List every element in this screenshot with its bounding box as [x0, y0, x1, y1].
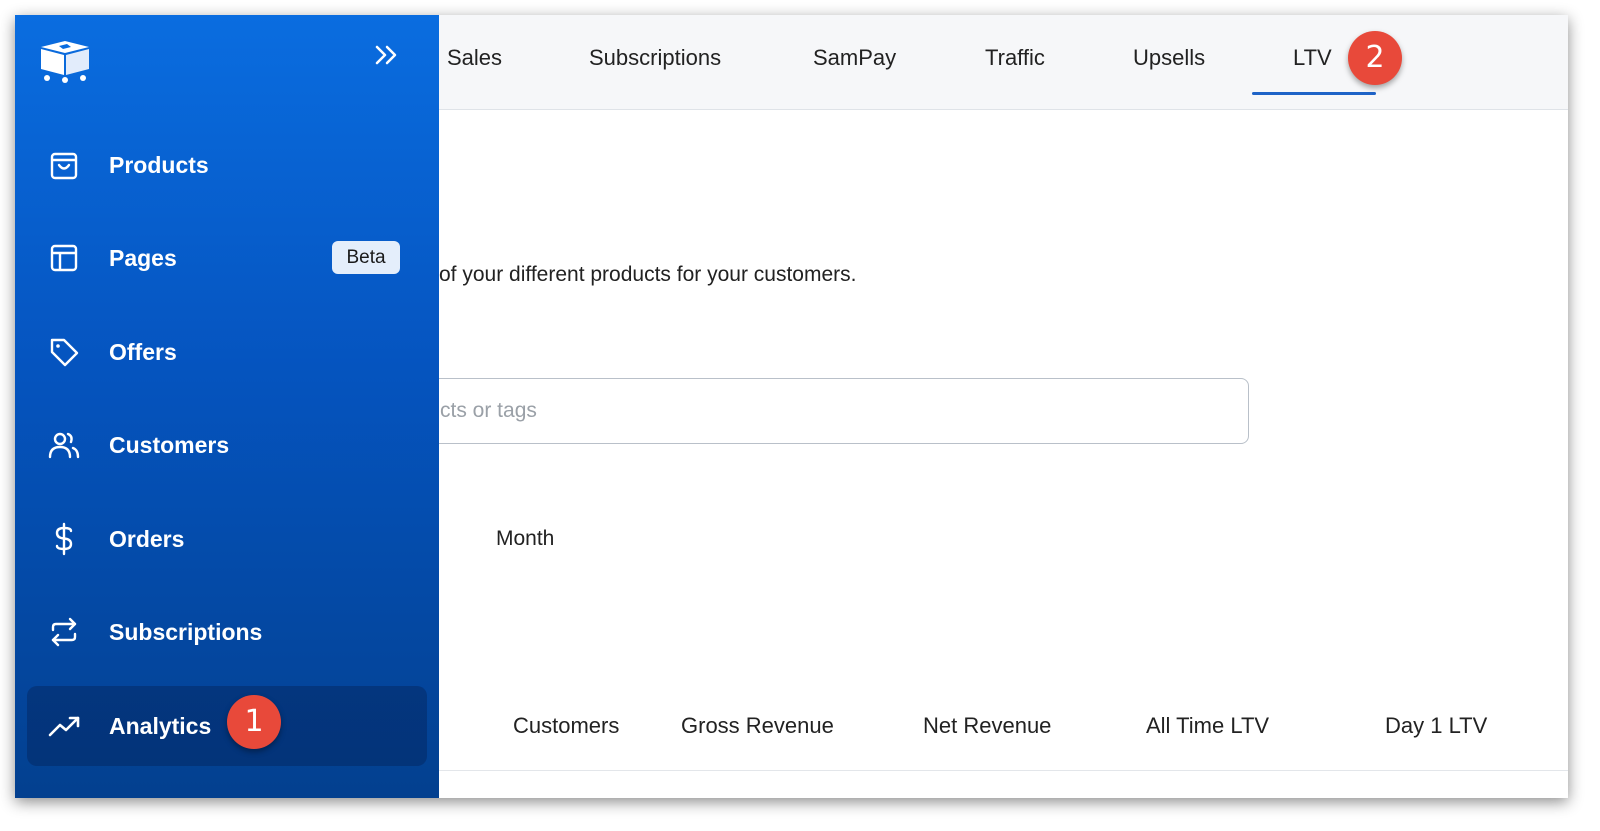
sidebar-item-offers[interactable]: Offers	[27, 312, 427, 392]
tab-subscriptions[interactable]: Subscriptions	[589, 45, 721, 71]
column-header-all-time-ltv[interactable]: All Time LTV	[1146, 713, 1269, 739]
search-placeholder: cts or tags	[440, 399, 537, 422]
layout-icon	[50, 244, 78, 272]
shopping-bag-icon	[50, 152, 78, 180]
tag-icon	[50, 338, 79, 367]
active-tab-indicator	[1252, 92, 1376, 95]
dollar-icon	[55, 522, 73, 556]
sidebar-item-pages[interactable]: Pages Beta	[27, 218, 427, 298]
callout-badge-2: 2	[1348, 31, 1402, 85]
period-option-month[interactable]: Month	[496, 527, 554, 551]
sidebar-item-customers[interactable]: Customers	[27, 405, 427, 485]
column-header-customers[interactable]: Customers	[513, 713, 619, 739]
tab-ltv[interactable]: LTV	[1293, 45, 1332, 71]
repeat-icon	[51, 617, 77, 647]
column-header-gross-revenue[interactable]: Gross Revenue	[681, 713, 834, 739]
sidebar-item-label: Pages	[109, 245, 177, 271]
sidebar-item-orders[interactable]: Orders	[27, 499, 427, 579]
expand-sidebar-icon[interactable]	[373, 42, 401, 73]
sidebar-item-label: Orders	[109, 526, 185, 552]
tab-sales[interactable]: Sales	[447, 45, 502, 71]
tab-traffic[interactable]: Traffic	[985, 45, 1045, 71]
sidebar-item-products[interactable]: Products	[27, 125, 427, 205]
product-search-input[interactable]: cts or tags	[315, 378, 1249, 444]
column-header-day-1-ltv[interactable]: Day 1 LTV	[1385, 713, 1487, 739]
sidebar: Products Pages Beta Offers Customers Ord…	[15, 15, 439, 798]
sidebar-item-label: Offers	[109, 339, 177, 365]
sidebar-item-label: Subscriptions	[109, 619, 263, 645]
tab-sampay[interactable]: SamPay	[813, 45, 896, 71]
callout-badge-1: 1	[227, 695, 281, 749]
sidebar-item-subscriptions[interactable]: Subscriptions	[27, 592, 427, 672]
app-window: Sales Subscriptions SamPay Traffic Upsel…	[15, 15, 1568, 798]
users-icon	[48, 432, 80, 459]
sidebar-item-label: Analytics	[109, 713, 212, 739]
sidebar-item-label: Products	[109, 152, 209, 178]
table-divider	[439, 770, 1568, 771]
beta-badge: Beta	[332, 241, 400, 274]
column-header-net-revenue[interactable]: Net Revenue	[923, 713, 1051, 739]
trending-up-icon	[48, 716, 80, 737]
tab-upsells[interactable]: Upsells	[1133, 45, 1205, 71]
sidebar-item-label: Customers	[109, 432, 230, 458]
page-description: of your different products for your cust…	[439, 263, 857, 286]
app-logo-icon[interactable]	[37, 37, 93, 88]
